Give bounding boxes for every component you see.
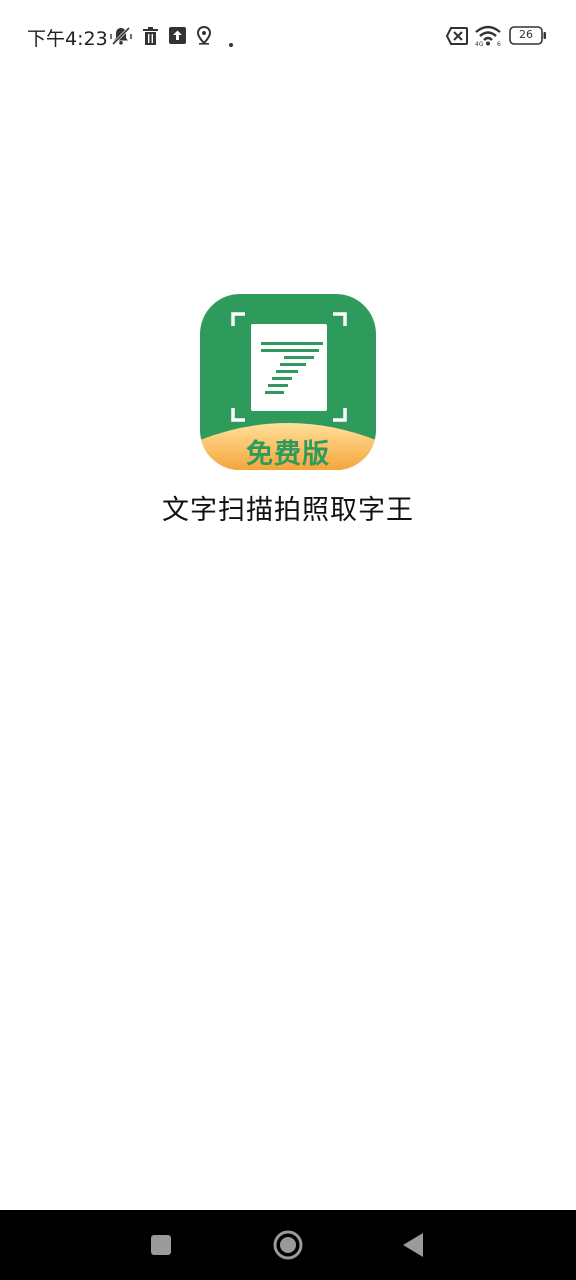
status-bar: 下午4:23 4G 6 26 (0, 0, 576, 72)
wifi-icon: 4G 6 (475, 25, 503, 51)
location-icon (196, 25, 212, 49)
upload-icon (169, 27, 186, 48)
free-version-badge: 免费版 (246, 439, 330, 470)
home-icon[interactable] (272, 1229, 304, 1265)
app-icon: 免费版 (200, 294, 376, 470)
trash-icon (142, 27, 159, 49)
navigation-bar (0, 1210, 576, 1280)
battery-level: 26 (519, 28, 533, 41)
back-icon[interactable] (401, 1232, 425, 1262)
svg-text:6: 6 (497, 41, 501, 47)
recent-apps-icon[interactable] (150, 1234, 172, 1260)
app-name: 文字扫描拍照取字王 (162, 495, 414, 526)
battery-icon: 26 (509, 26, 547, 45)
sim-error-icon (445, 27, 468, 49)
dot-icon (228, 33, 234, 52)
bell-off-icon (110, 25, 132, 51)
status-time: 下午4:23 (27, 28, 108, 50)
svg-text:4G: 4G (475, 41, 484, 47)
